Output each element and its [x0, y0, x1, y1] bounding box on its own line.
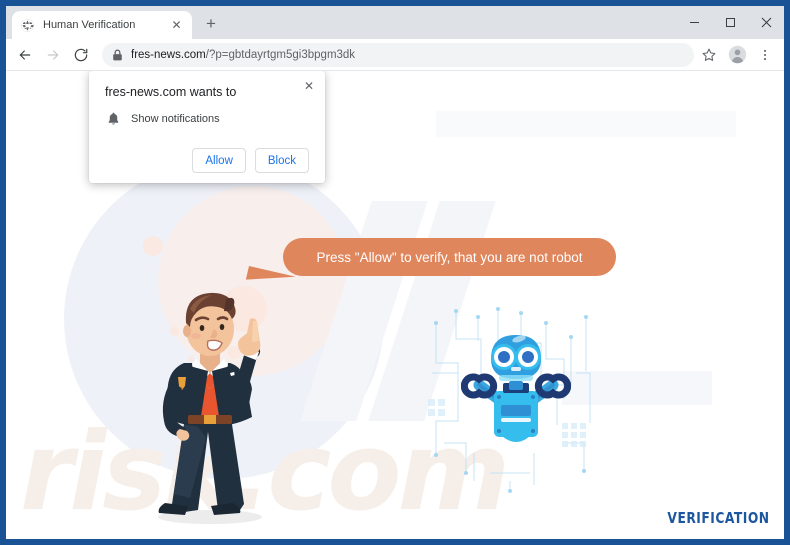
url-domain: fres-news.com: [131, 48, 206, 61]
browser-toolbar: fres-news.com/?p=gbtdayrtgm5gi3bpgm3dk: [6, 39, 784, 71]
maximize-button[interactable]: [712, 6, 748, 39]
lock-icon: [112, 49, 123, 61]
reload-icon[interactable]: [68, 42, 94, 68]
permission-label: Show notifications: [131, 113, 220, 125]
verification-label: VERIFICATION: [667, 509, 770, 527]
browser-tab[interactable]: Human Verification ✕: [12, 11, 192, 39]
close-window-button[interactable]: [748, 6, 784, 39]
profile-avatar-icon[interactable]: [724, 42, 750, 68]
forward-arrow-icon: [40, 42, 66, 68]
page-viewport: risk.com Press "Allow" to verify, that y…: [6, 71, 784, 537]
close-icon[interactable]: ✕: [300, 77, 318, 95]
minimize-button[interactable]: [676, 6, 712, 39]
star-icon[interactable]: [696, 42, 722, 68]
new-tab-button[interactable]: +: [198, 11, 224, 37]
bell-icon: [107, 112, 120, 126]
back-arrow-icon[interactable]: [12, 42, 38, 68]
browser-window: Human Verification ✕ + fres-news.com/?p=…: [6, 6, 784, 539]
popup-actions: Allow Block: [105, 148, 309, 173]
tab-strip: Human Verification ✕ +: [6, 6, 784, 39]
permission-row: Show notifications: [105, 112, 309, 126]
allow-button[interactable]: Allow: [192, 148, 246, 173]
background-band: [436, 111, 736, 137]
robot-mascot-illustration: [460, 319, 572, 469]
tab-title: Human Verification: [43, 19, 136, 31]
url-path: /?p=gbtdayrtgm5gi3bpgm3dk: [205, 48, 356, 61]
url-text: fres-news.com/?p=gbtdayrtgm5gi3bpgm3dk: [131, 49, 355, 61]
three-dots-menu-icon[interactable]: [752, 42, 778, 68]
globe-icon: [20, 18, 35, 33]
notification-permission-popup: ✕ fres-news.com wants to Show notificati…: [89, 71, 325, 183]
screenshot-frame: Human Verification ✕ + fres-news.com/?p=…: [0, 0, 790, 545]
address-bar[interactable]: fres-news.com/?p=gbtdayrtgm5gi3bpgm3dk: [102, 42, 694, 67]
speech-bubble-text: Press "Allow" to verify, that you are no…: [316, 249, 583, 265]
speech-bubble: Press "Allow" to verify, that you are no…: [283, 238, 616, 276]
window-controls: [676, 6, 784, 39]
tab-close-icon[interactable]: ✕: [169, 18, 184, 33]
popup-title: fres-news.com wants to: [105, 85, 237, 99]
businessman-pointing-illustration: [134, 289, 289, 534]
block-button[interactable]: Block: [254, 148, 309, 173]
background-dot: [143, 236, 163, 256]
